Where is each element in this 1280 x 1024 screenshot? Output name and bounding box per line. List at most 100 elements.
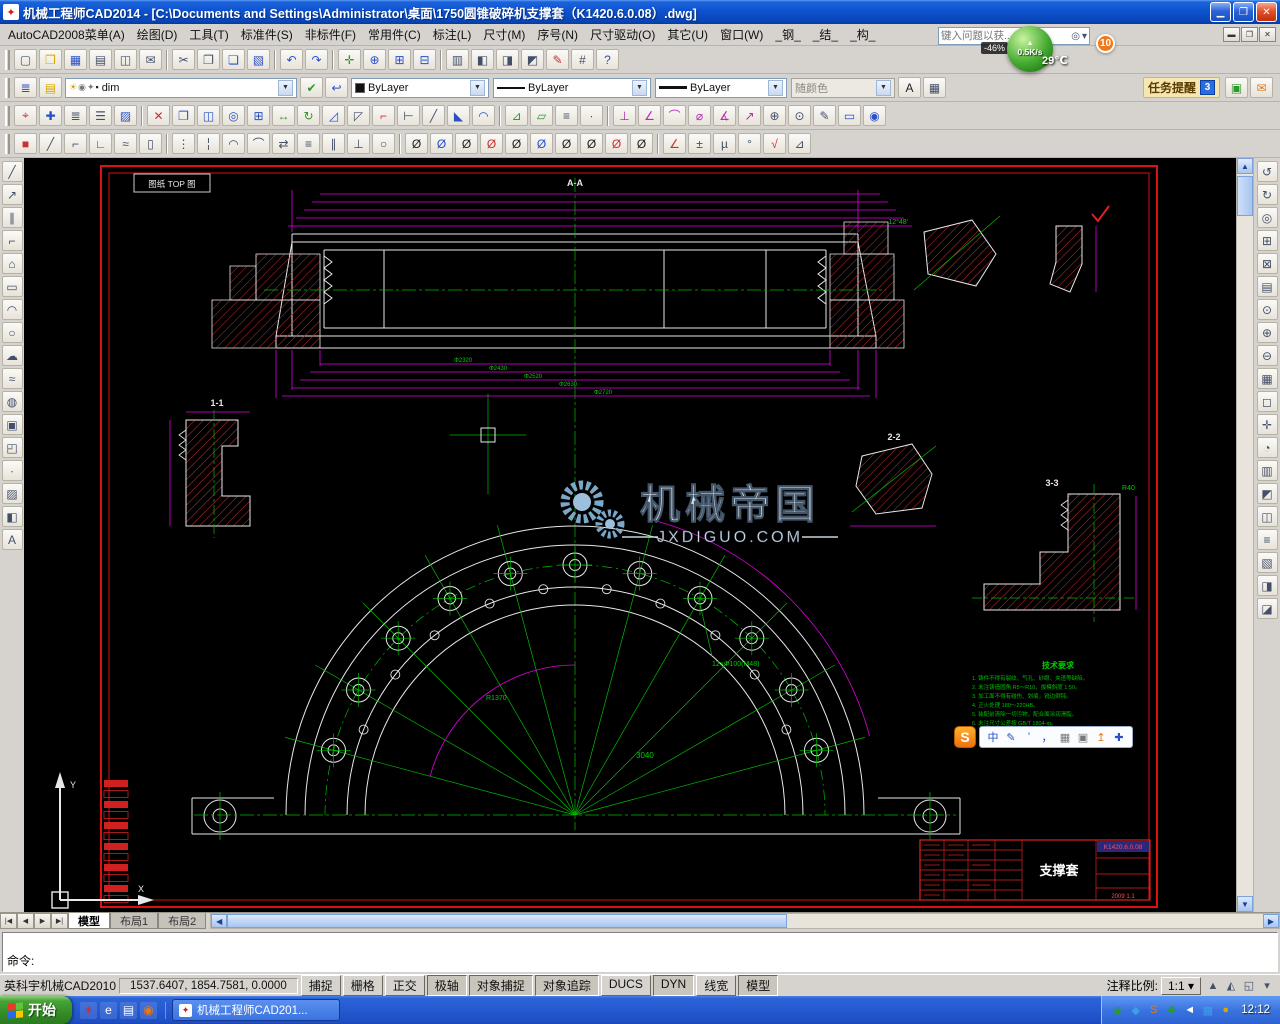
diameter-dim-9-icon[interactable]: Ø xyxy=(605,133,628,154)
search-icon[interactable]: ◎ xyxy=(1071,31,1080,42)
menu-dimension[interactable]: 尺寸(M) xyxy=(477,24,531,45)
arc-3pt-icon[interactable]: ⌒ xyxy=(247,133,270,154)
clean-screen-icon[interactable]: ◱ xyxy=(1240,977,1258,995)
grid-toggle[interactable]: 栅格 xyxy=(343,975,383,996)
list-icon[interactable]: ≡ xyxy=(555,105,578,126)
clock[interactable]: 12:12 xyxy=(1241,1004,1270,1016)
sogou-comma-icon[interactable]: ， xyxy=(1039,729,1055,745)
sogou-quote-icon[interactable]: ’ xyxy=(1021,731,1037,743)
quicklaunch-ie-icon[interactable]: e xyxy=(100,1002,117,1019)
restore-button[interactable]: ❐ xyxy=(1233,2,1254,22)
open-icon[interactable]: ❒ xyxy=(39,49,62,70)
menu-gou[interactable]: _构_ xyxy=(844,24,881,45)
layer-properties-icon[interactable]: ≣ xyxy=(14,77,37,98)
dim-diameter-icon[interactable]: ⌀ xyxy=(688,105,711,126)
sogou-keyboard-icon[interactable]: ▦ xyxy=(1057,731,1073,744)
ducs-toggle[interactable]: DUCS xyxy=(601,975,651,996)
divide-icon[interactable]: ⋮ xyxy=(172,133,195,154)
tab-first-button[interactable]: |◀ xyxy=(0,913,17,929)
notification-badge[interactable]: 10 xyxy=(1096,34,1115,53)
designcenter-icon[interactable]: ◧ xyxy=(471,49,494,70)
line-tool-icon[interactable]: ╱ xyxy=(39,133,62,154)
search-dropdown-icon[interactable]: ▾ xyxy=(1082,31,1087,42)
annotation-visibility-icon[interactable]: ◭ xyxy=(1222,977,1240,995)
tray-sogou-icon[interactable]: S xyxy=(1146,1003,1161,1018)
color-combo-arrow-icon[interactable]: ▼ xyxy=(470,80,485,96)
dim-angular-icon[interactable]: ∡ xyxy=(713,105,736,126)
hatch-icon[interactable]: ▨ xyxy=(2,483,23,504)
mirror-lr-icon[interactable]: ⇄ xyxy=(272,133,295,154)
menu-nonstandard-parts[interactable]: 非标件(F) xyxy=(299,24,362,45)
properties-icon[interactable]: ▥ xyxy=(446,49,469,70)
point-icon[interactable]: ∙ xyxy=(2,460,23,481)
vertical-scroll-thumb[interactable] xyxy=(1237,176,1253,216)
horizontal-scroll-thumb[interactable] xyxy=(227,914,787,928)
zoom-flyout-icon[interactable]: ◉ xyxy=(863,105,886,126)
diameter-dim-10-icon[interactable]: Ø xyxy=(630,133,653,154)
diameter-dim-4-icon[interactable]: Ø xyxy=(480,133,503,154)
align-icon[interactable]: ≡ xyxy=(297,133,320,154)
rotate-icon[interactable]: ↻ xyxy=(297,105,320,126)
zoom-all-icon[interactable]: ▦ xyxy=(1257,368,1278,389)
region-icon[interactable]: ◧ xyxy=(2,506,23,527)
id-point-icon[interactable]: ∙ xyxy=(580,105,603,126)
zoom-extents-icon[interactable]: ◻ xyxy=(1257,391,1278,412)
tab-next-button[interactable]: ▶ xyxy=(34,913,51,929)
model-toggle[interactable]: 模型 xyxy=(738,975,778,996)
perpendicular-icon[interactable]: ⊥ xyxy=(347,133,370,154)
tray-network-icon[interactable]: ▦ xyxy=(1200,1003,1215,1018)
help-icon[interactable]: ? xyxy=(596,49,619,70)
menu-tools[interactable]: 工具(T) xyxy=(183,24,234,45)
scroll-right-icon[interactable]: ▶ xyxy=(1263,914,1279,928)
tray-volume-icon[interactable]: ◄ xyxy=(1182,1003,1197,1018)
layer-states-icon[interactable]: ▤ xyxy=(39,77,62,98)
menu-common-parts[interactable]: 常用件(C) xyxy=(362,24,427,45)
layer-combo[interactable]: ☀◉✦▪ dim ▼ xyxy=(65,78,297,98)
revision-cloud-icon[interactable]: ☁ xyxy=(2,345,23,366)
menu-annotate[interactable]: 标注(L) xyxy=(427,24,478,45)
menu-window[interactable]: 窗口(W) xyxy=(714,24,769,45)
zoom-scale-icon[interactable]: ▤ xyxy=(1257,276,1278,297)
markup-set-manager-icon[interactable]: ✎ xyxy=(546,49,569,70)
lineweight-toggle[interactable]: 线宽 xyxy=(696,975,736,996)
task-reminder-count[interactable]: 3 xyxy=(1200,80,1215,95)
micro-icon[interactable]: µ xyxy=(713,133,736,154)
tab-model[interactable]: 模型 xyxy=(68,913,110,929)
tab-prev-button[interactable]: ◀ xyxy=(17,913,34,929)
dim-style-icon[interactable]: ▭ xyxy=(838,105,861,126)
status-coordinates[interactable]: 1537.6407, 1854.7581, 0.0000 xyxy=(119,978,298,994)
zoom-out-icon[interactable]: ⊖ xyxy=(1257,345,1278,366)
scale-icon[interactable]: ◿ xyxy=(322,105,345,126)
tab-layout1[interactable]: 布局1 xyxy=(110,913,158,929)
visual-styles-icon[interactable]: ≡ xyxy=(1257,529,1278,550)
distance-icon[interactable]: ⊿ xyxy=(505,105,528,126)
circle-icon[interactable]: ○ xyxy=(2,322,23,343)
quicklaunch-desktop-icon[interactable]: ▤ xyxy=(120,1002,137,1019)
hatch-tools-icon[interactable]: ▨ xyxy=(114,105,137,126)
plot-icon[interactable]: ▤ xyxy=(89,49,112,70)
pan-icon[interactable]: ✛ xyxy=(338,49,361,70)
paste-icon[interactable]: ❏ xyxy=(222,49,245,70)
spline-icon[interactable]: ≈ xyxy=(2,368,23,389)
sheet-set-manager-icon[interactable]: ◩ xyxy=(521,49,544,70)
zoom-in-icon[interactable]: ⊕ xyxy=(1257,322,1278,343)
trim-icon[interactable]: ⌐ xyxy=(372,105,395,126)
mirror-icon[interactable]: ◫ xyxy=(197,105,220,126)
rectangle-icon[interactable]: ▭ xyxy=(2,276,23,297)
horizontal-scrollbar[interactable]: ◀ ▶ xyxy=(210,913,1280,929)
angle-tool-icon[interactable]: ∟ xyxy=(89,133,112,154)
menu-autocad2008[interactable]: AutoCAD2008菜单(A) xyxy=(2,24,131,45)
pan-icon[interactable]: ✛ xyxy=(1257,414,1278,435)
sogou-clipboard-icon[interactable]: ▣ xyxy=(1075,731,1091,744)
stretch-icon[interactable]: ◸ xyxy=(347,105,370,126)
sogou-chinese-icon[interactable]: 中 xyxy=(985,729,1001,745)
close-button[interactable]: ✕ xyxy=(1256,2,1277,22)
construction-line-icon[interactable]: ↗ xyxy=(2,184,23,205)
point-style-icon[interactable]: ⌖ xyxy=(14,105,37,126)
table-style-icon[interactable]: ▦ xyxy=(923,77,946,98)
area-icon[interactable]: ▱ xyxy=(530,105,553,126)
fillet-icon[interactable]: ◠ xyxy=(472,105,495,126)
tab-last-button[interactable]: ▶| xyxy=(51,913,68,929)
scroll-down-icon[interactable]: ▼ xyxy=(1237,896,1253,912)
otrack-toggle[interactable]: 对象追踪 xyxy=(535,975,599,996)
